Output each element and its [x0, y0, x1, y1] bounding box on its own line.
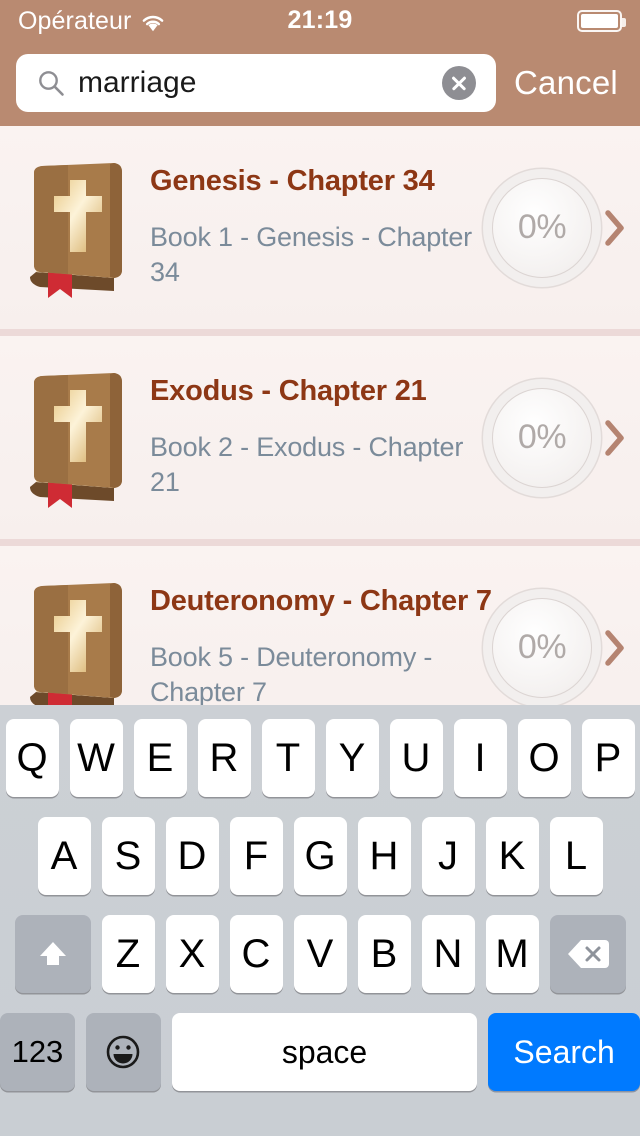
result-title: Genesis - Chapter 34 [150, 165, 435, 198]
smiley-face-icon [103, 1032, 143, 1072]
result-text: Genesis - Chapter 34 Book 1 - Genesis - … [150, 158, 490, 298]
shift-up-arrow-icon [33, 934, 73, 974]
table-row[interactable]: Exodus - Chapter 21 Book 2 - Exodus - Ch… [0, 336, 640, 546]
result-meta: 0% [490, 546, 640, 705]
keyboard-row-2: A S D F G H J K L [0, 817, 640, 895]
delete-key[interactable] [549, 915, 626, 993]
keyboard-row-3: Z X C V B N M [0, 915, 640, 993]
status-bar: Opérateur 21:19 [0, 0, 640, 42]
key-t[interactable]: T [261, 719, 315, 797]
key-g[interactable]: G [293, 817, 347, 895]
key-i[interactable]: I [453, 719, 507, 797]
key-o[interactable]: O [517, 719, 571, 797]
emoji-key[interactable] [85, 1013, 161, 1091]
progress-badge: 0% [492, 177, 592, 278]
key-k[interactable]: K [485, 817, 539, 895]
key-f[interactable]: F [229, 817, 283, 895]
search-results-list[interactable]: Genesis - Chapter 34 Book 1 - Genesis - … [0, 126, 640, 705]
key-b[interactable]: B [357, 915, 411, 993]
bible-book-icon [0, 368, 150, 508]
key-q[interactable]: Q [5, 719, 59, 797]
result-subtitle: Book 2 - Exodus - Chapter 21 [150, 432, 464, 497]
key-x[interactable]: X [165, 915, 219, 993]
table-row[interactable]: Genesis - Chapter 34 Book 1 - Genesis - … [0, 126, 640, 336]
progress-badge: 0% [492, 597, 592, 698]
search-bar: marriage Cancel [0, 50, 640, 116]
chevron-right-icon[interactable] [604, 209, 626, 247]
keyboard-row-4: 123 space Search [0, 1013, 640, 1091]
key-y[interactable]: Y [325, 719, 379, 797]
key-l[interactable]: L [549, 817, 603, 895]
result-text: Exodus - Chapter 21 Book 2 - Exodus - Ch… [150, 368, 490, 508]
result-subtitle: Book 5 - Deuteronomy - Chapter 7 [150, 642, 433, 705]
backspace-delete-icon [565, 937, 611, 971]
shift-key[interactable] [14, 915, 91, 993]
progress-value: 0% [517, 208, 567, 246]
clear-search-icon[interactable] [442, 66, 476, 100]
search-input[interactable]: marriage [16, 54, 496, 112]
result-meta: 0% [490, 336, 640, 539]
key-v[interactable]: V [293, 915, 347, 993]
keyboard-row-1: Q W E R T Y U I O P [0, 719, 640, 797]
clock-label: 21:19 [287, 6, 353, 34]
table-row[interactable]: Deuteronomy - Chapter 7 Book 5 - Deutero… [0, 546, 640, 705]
key-s[interactable]: S [101, 817, 155, 895]
result-subtitle: Book 1 - Genesis - Chapter 34 [150, 222, 472, 287]
key-a[interactable]: A [37, 817, 91, 895]
result-meta: 0% [490, 126, 640, 329]
search-input-value: marriage [78, 66, 197, 99]
bible-book-icon [0, 158, 150, 298]
key-d[interactable]: D [165, 817, 219, 895]
search-icon [36, 68, 66, 98]
key-p[interactable]: P [581, 719, 635, 797]
key-w[interactable]: W [69, 719, 123, 797]
key-c[interactable]: C [229, 915, 283, 993]
chevron-right-icon[interactable] [604, 629, 626, 667]
space-key[interactable]: space [171, 1013, 478, 1091]
key-e[interactable]: E [133, 719, 187, 797]
key-z[interactable]: Z [101, 915, 155, 993]
key-j[interactable]: J [421, 817, 475, 895]
key-u[interactable]: U [389, 719, 443, 797]
search-header: Opérateur 21:19 marriage Cancel [0, 0, 640, 126]
on-screen-keyboard: Q W E R T Y U I O P A S D F G H J K L Z … [0, 705, 640, 1136]
result-title: Exodus - Chapter 21 [150, 375, 427, 408]
bible-book-icon [0, 578, 150, 705]
progress-value: 0% [517, 418, 567, 456]
search-key[interactable]: Search [488, 1013, 640, 1091]
battery-level-fill [581, 14, 618, 28]
progress-value: 0% [517, 628, 567, 666]
progress-badge: 0% [492, 387, 592, 488]
cancel-button[interactable]: Cancel [514, 64, 618, 102]
chevron-right-icon[interactable] [604, 419, 626, 457]
result-text: Deuteronomy - Chapter 7 Book 5 - Deutero… [150, 578, 492, 705]
key-h[interactable]: H [357, 817, 411, 895]
battery-full-icon [577, 10, 626, 32]
numbers-key[interactable]: 123 [0, 1013, 75, 1091]
key-m[interactable]: M [485, 915, 539, 993]
app-root: Opérateur 21:19 marriage Cancel Genesis … [0, 0, 640, 1136]
result-title: Deuteronomy - Chapter 7 [150, 585, 492, 618]
key-n[interactable]: N [421, 915, 475, 993]
key-r[interactable]: R [197, 719, 251, 797]
